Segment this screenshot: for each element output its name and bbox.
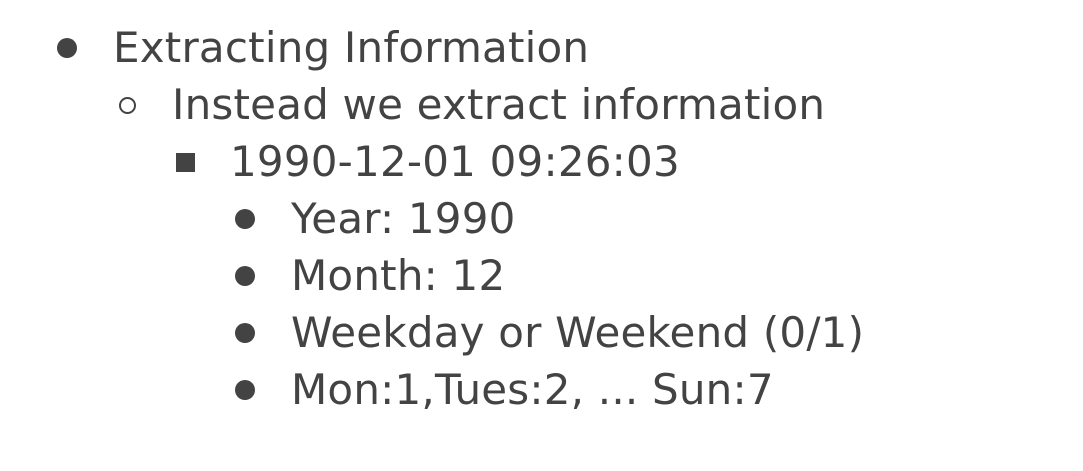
disc-bullet-icon <box>56 20 78 76</box>
slide: Extracting Information Instead we extrac… <box>0 0 1083 471</box>
bullet-text: Instead we extract information <box>172 80 826 129</box>
square-bullet-icon <box>174 134 196 190</box>
bullet-item-month: Month: 12 <box>0 248 1083 304</box>
disc-bullet-icon <box>234 362 256 418</box>
disc-bullet-icon <box>234 248 256 304</box>
bullet-item-weekday: Weekday or Weekend (0/1) <box>0 305 1083 361</box>
disc-bullet-icon <box>234 305 256 361</box>
bullet-text: 1990-12-01 09:26:03 <box>230 137 680 186</box>
disc-bullet-icon <box>234 191 256 247</box>
bullet-item-extracting-information: Extracting Information <box>0 20 1083 76</box>
bullet-text: Year: 1990 <box>291 194 516 243</box>
bullet-text: Mon:1,Tues:2, ... Sun:7 <box>291 365 774 414</box>
bullet-item-year: Year: 1990 <box>0 191 1083 247</box>
bullet-text: Month: 12 <box>291 251 506 300</box>
bullet-item-day-mapping: Mon:1,Tues:2, ... Sun:7 <box>0 362 1083 418</box>
circle-bullet-icon <box>116 77 138 133</box>
bullet-text: Extracting Information <box>113 23 590 72</box>
bullet-text: Weekday or Weekend (0/1) <box>291 308 865 357</box>
bullet-item-datetime: 1990-12-01 09:26:03 <box>0 134 1083 190</box>
bullet-item-instead-extract: Instead we extract information <box>0 77 1083 133</box>
